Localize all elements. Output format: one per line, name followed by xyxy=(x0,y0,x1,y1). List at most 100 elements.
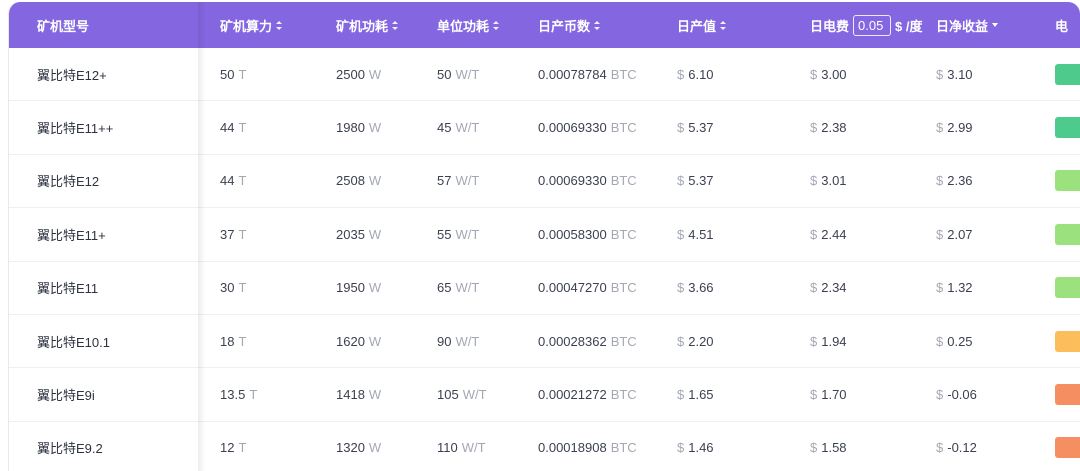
sort-icon[interactable] xyxy=(392,20,399,30)
status-bar xyxy=(1055,117,1080,139)
profit-cell: $2.99 xyxy=(924,101,1043,153)
status-bar xyxy=(1055,63,1080,85)
sort-icon[interactable] xyxy=(720,20,727,30)
column-header-electricity: 日电费 $ /度 xyxy=(798,2,924,48)
power-value: 2035 xyxy=(336,226,365,242)
coins-cell: 0.00058300 BTC xyxy=(526,208,665,260)
coins-cell: 0.00018908 BTC xyxy=(526,422,665,471)
hashrate-cell: 12 T xyxy=(198,422,324,471)
electricity-cell: $1.58 xyxy=(798,422,924,471)
hashrate-cell: 18 T xyxy=(198,315,324,367)
hashrate-cell: 44 T xyxy=(198,101,324,153)
status-cell xyxy=(1043,422,1080,471)
status-cell xyxy=(1043,155,1080,207)
column-header-model: 矿机型号 xyxy=(9,2,198,48)
column-header-efficiency[interactable]: 单位功耗 xyxy=(425,2,526,48)
efficiency-value: 45 xyxy=(437,120,452,136)
profit-value: -0.06 xyxy=(947,387,977,403)
hashrate-value: 18 xyxy=(220,333,235,349)
power-value: 2508 xyxy=(336,173,365,189)
sort-icon[interactable] xyxy=(594,20,601,30)
coins-value: 0.00018908 xyxy=(538,440,607,456)
electricity-cell: $3.01 xyxy=(798,155,924,207)
revenue-cell: $5.37 xyxy=(665,155,798,207)
sort-icon[interactable] xyxy=(493,20,500,30)
hashrate-cell: 13.5 T xyxy=(198,368,324,420)
power-cell: 1980 W xyxy=(324,101,425,153)
hashrate-value: 37 xyxy=(220,226,235,242)
hashrate-cell: 37 T xyxy=(198,208,324,260)
efficiency-value: 55 xyxy=(437,226,452,242)
status-cell xyxy=(1043,101,1080,153)
hashrate-unit: T xyxy=(238,440,247,456)
table-row: 翼比特E9.2 12 T 1320 W 110 W/T 0.00018908 BTC $1.46 $… xyxy=(9,422,1080,471)
model-cell: 翼比特E12 xyxy=(9,155,198,207)
model-name: 翼比特E9i xyxy=(37,388,95,404)
sort-icon[interactable] xyxy=(276,20,283,30)
power-value: 1950 xyxy=(336,280,365,296)
table-header: 矿机型号 矿机算力 矿机功耗 单位功耗 日产币数 日产值 日电费 $ /度 日净 xyxy=(9,2,1080,48)
power-cell: 1620 W xyxy=(324,315,425,367)
model-name: 翼比特E10.1 xyxy=(37,334,110,350)
column-header-status: 电 xyxy=(1043,2,1080,48)
revenue-currency: $ xyxy=(677,66,685,82)
profit-currency: $ xyxy=(936,333,944,349)
electricity-cell: $2.34 xyxy=(798,262,924,314)
column-header-hashrate[interactable]: 矿机算力 xyxy=(198,2,324,48)
power-unit: W xyxy=(368,66,382,82)
coins-unit: BTC xyxy=(610,440,637,456)
electricity-value: 1.94 xyxy=(821,333,847,349)
power-cell: 1418 W xyxy=(324,368,425,420)
power-unit: W xyxy=(368,120,382,136)
model-cell: 翼比特E9.2 xyxy=(9,422,198,471)
electricity-price-input[interactable] xyxy=(853,14,892,36)
status-cell xyxy=(1043,48,1080,100)
column-header-label: 矿机功耗 xyxy=(336,18,389,34)
power-unit: W xyxy=(368,440,382,456)
hashrate-unit: T xyxy=(238,333,247,349)
column-header-power[interactable]: 矿机功耗 xyxy=(324,2,425,48)
model-cell: 翼比特E11+ xyxy=(9,208,198,260)
hashrate-unit: T xyxy=(238,120,247,136)
efficiency-value: 57 xyxy=(437,173,452,189)
profit-value: 3.10 xyxy=(947,66,973,82)
power-value: 1418 xyxy=(336,387,365,403)
coins-unit: BTC xyxy=(610,333,637,349)
power-cell: 1950 W xyxy=(324,262,425,314)
column-header-coins[interactable]: 日产币数 xyxy=(526,2,665,48)
mining-profit-table: 矿机型号 矿机算力 矿机功耗 单位功耗 日产币数 日产值 日电费 $ /度 日净 xyxy=(8,2,1080,471)
profit-cell: $ -0.12 xyxy=(924,422,1043,471)
table-row: 翼比特E10.1 18 T 1620 W 90 W/T 0.00028362 BTC $2.20 $… xyxy=(9,315,1080,369)
column-header-profit[interactable]: 日净收益 xyxy=(924,2,1043,48)
model-cell: 翼比特E11++ xyxy=(9,101,198,153)
coins-unit: BTC xyxy=(610,387,637,403)
status-cell xyxy=(1043,262,1080,314)
revenue-cell: $1.65 xyxy=(665,368,798,420)
revenue-value: 1.65 xyxy=(688,387,714,403)
column-header-label: 电 xyxy=(1055,18,1069,34)
electricity-cell: $2.44 xyxy=(798,208,924,260)
coins-unit: BTC xyxy=(610,173,637,189)
coins-cell: 0.00078784 BTC xyxy=(526,48,665,100)
revenue-cell: $5.37 xyxy=(665,101,798,153)
revenue-currency: $ xyxy=(677,173,685,189)
efficiency-unit: W/T xyxy=(455,226,480,242)
table-row: 翼比特E11++ 44 T 1980 W 45 W/T 0.00069330 BTC $5.37 $… xyxy=(9,101,1080,155)
efficiency-cell: 110 W/T xyxy=(425,422,526,471)
model-cell: 翼比特E12+ xyxy=(9,48,198,100)
power-unit: W xyxy=(368,280,382,296)
revenue-cell: $2.20 xyxy=(665,315,798,367)
revenue-cell: $1.46 xyxy=(665,422,798,471)
sort-desc-icon[interactable] xyxy=(992,23,999,27)
electricity-currency: $ xyxy=(810,120,818,136)
column-header-revenue[interactable]: 日产值 xyxy=(665,2,798,48)
coins-cell: 0.00069330 BTC xyxy=(526,101,665,153)
model-name: 翼比特E11++ xyxy=(37,121,114,137)
column-header-label: 矿机型号 xyxy=(37,18,90,34)
efficiency-cell: 105 W/T xyxy=(425,368,526,420)
profit-currency: $ xyxy=(936,440,944,456)
hashrate-cell: 30 T xyxy=(198,262,324,314)
coins-value: 0.00058300 xyxy=(538,226,607,242)
revenue-value: 5.37 xyxy=(688,120,714,136)
coins-unit: BTC xyxy=(610,280,637,296)
